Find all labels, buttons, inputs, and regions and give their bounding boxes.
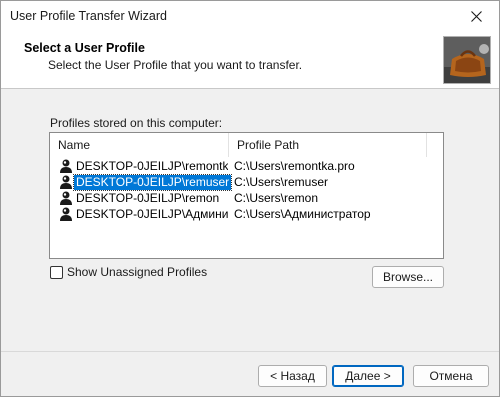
list-item[interactable]: DESKTOP-0JEILJP\remontka... C:\Users\rem… — [54, 158, 439, 174]
user-profile-icon — [58, 158, 74, 174]
checkbox-box[interactable] — [50, 265, 63, 279]
briefcase-image — [443, 36, 491, 84]
list-item-selected[interactable]: DESKTOP-0JEILJP\remuser C:\Users\remuser — [54, 174, 439, 191]
show-unassigned-checkbox[interactable]: Show Unassigned Profiles — [50, 265, 207, 279]
wizard-header: Select a User Profile Select the User Pr… — [1, 32, 499, 89]
list-item[interactable]: DESKTOP-0JEILJP\remon C:\Users\remon — [54, 190, 439, 206]
profile-path: C:\Users\Администратор — [234, 207, 371, 221]
back-button[interactable]: < Назад — [258, 365, 327, 387]
footer-divider — [1, 351, 499, 352]
title-bar[interactable]: User Profile Transfer Wizard — [1, 1, 499, 32]
user-profile-icon — [58, 206, 74, 222]
profile-path: C:\Users\remon — [234, 191, 319, 205]
close-icon — [470, 11, 482, 22]
profile-name: DESKTOP-0JEILJP\remontka... — [76, 159, 228, 173]
profiles-caption: Profiles stored on this computer: — [50, 116, 223, 130]
list-header: Name Profile Path — [50, 133, 443, 157]
profile-name: DESKTOP-0JEILJP\remuser — [72, 174, 233, 191]
cancel-button[interactable]: Отмена — [413, 365, 489, 387]
page-title: Select a User Profile — [24, 41, 145, 55]
checkbox-label: Show Unassigned Profiles — [67, 265, 208, 279]
close-button[interactable] — [453, 1, 499, 32]
column-header-path[interactable]: Profile Path — [229, 133, 427, 157]
user-profile-icon — [58, 174, 74, 190]
window-title: User Profile Transfer Wizard — [10, 9, 167, 23]
profile-path: C:\Users\remuser — [234, 175, 329, 189]
page-subtitle: Select the User Profile that you want to… — [48, 58, 303, 72]
profiles-listview[interactable]: Name Profile Path DESKTOP-0JEILJP\remont… — [49, 132, 444, 259]
next-button[interactable]: Далее > — [332, 365, 404, 387]
profile-name: DESKTOP-0JEILJP\remon — [76, 191, 220, 205]
list-item[interactable]: DESKTOP-0JEILJP\Админи... C:\Users\Админ… — [54, 206, 439, 222]
wizard-window: User Profile Transfer Wizard Select a Us… — [0, 0, 500, 397]
profile-name: DESKTOP-0JEILJP\Админи... — [76, 207, 228, 221]
user-profile-icon — [58, 190, 74, 206]
column-header-name[interactable]: Name — [50, 133, 229, 157]
profile-path: C:\Users\remontka.pro — [234, 159, 355, 173]
browse-button[interactable]: Browse... — [372, 266, 444, 288]
